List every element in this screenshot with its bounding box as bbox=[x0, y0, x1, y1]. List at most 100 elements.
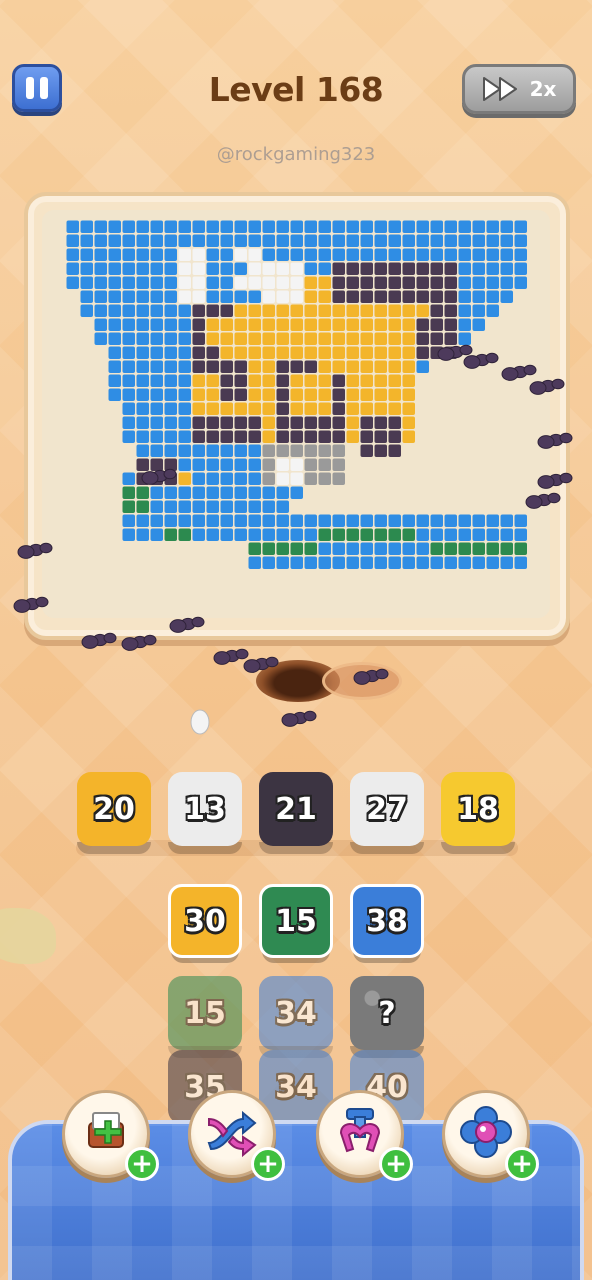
color-slot-tile[interactable]: 13 bbox=[168, 772, 242, 854]
pixel-cell bbox=[374, 542, 387, 555]
pixel-cell bbox=[206, 346, 219, 359]
pixel-cell bbox=[458, 248, 471, 261]
pixel-cell bbox=[332, 402, 345, 415]
queue-tile[interactable]: 30 bbox=[168, 884, 242, 963]
pixel-cell bbox=[402, 430, 415, 443]
pixel-cell bbox=[290, 430, 303, 443]
pixel-cell bbox=[220, 486, 233, 499]
pixel-cell bbox=[304, 472, 317, 485]
pixel-cell bbox=[346, 220, 359, 233]
pixel-cell bbox=[164, 318, 177, 331]
pixel-cell bbox=[136, 234, 149, 247]
pixel-cell bbox=[150, 332, 163, 345]
pixel-cell bbox=[262, 458, 275, 471]
pixel-cell bbox=[192, 416, 205, 429]
speed-button[interactable]: 2x bbox=[462, 64, 576, 114]
pixel-cell bbox=[206, 374, 219, 387]
pixel-cell bbox=[318, 388, 331, 401]
pixel-cell bbox=[500, 234, 513, 247]
booster-flower-plus[interactable]: + bbox=[505, 1147, 539, 1181]
pixel-cell bbox=[192, 374, 205, 387]
pixel-cell bbox=[94, 304, 107, 317]
color-slot-tile[interactable]: 18 bbox=[441, 772, 515, 854]
pixel-cell bbox=[234, 416, 247, 429]
mystery-tile[interactable]: ? bbox=[350, 976, 424, 1058]
pixel-cell bbox=[136, 276, 149, 289]
pixel-cell bbox=[178, 458, 191, 471]
pixel-cell bbox=[500, 290, 513, 303]
queue-tile[interactable]: 15 bbox=[168, 976, 242, 1058]
pixel-cell bbox=[206, 276, 219, 289]
pixel-cell bbox=[164, 528, 177, 541]
pixel-cell bbox=[206, 402, 219, 415]
pixel-cell bbox=[248, 430, 261, 443]
color-slot-tile[interactable]: 20 bbox=[77, 772, 151, 854]
ant-hole-rim bbox=[322, 662, 402, 700]
pixel-cell bbox=[346, 248, 359, 261]
pixel-cell bbox=[332, 542, 345, 555]
pixel-cell bbox=[234, 486, 247, 499]
pixel-cell bbox=[318, 472, 331, 485]
pixel-cell bbox=[164, 304, 177, 317]
pixel-cell bbox=[360, 514, 373, 527]
pixel-cell bbox=[416, 262, 429, 275]
pixel-cell bbox=[360, 262, 373, 275]
pixel-cell bbox=[290, 486, 303, 499]
pixel-cell bbox=[192, 444, 205, 457]
pixel-cell bbox=[290, 528, 303, 541]
pixel-cell bbox=[514, 220, 527, 233]
color-slot-tile[interactable]: 21 bbox=[259, 772, 333, 854]
pixel-cell bbox=[290, 542, 303, 555]
booster-shuffle-plus[interactable]: + bbox=[251, 1147, 285, 1181]
pixel-cell bbox=[430, 276, 443, 289]
color-slot-tile[interactable]: 27 bbox=[350, 772, 424, 854]
pixel-cell bbox=[290, 304, 303, 317]
pixel-cell bbox=[304, 332, 317, 345]
pixel-cell bbox=[164, 444, 177, 457]
pixel-cell bbox=[276, 262, 289, 275]
booster-magnet[interactable]: + bbox=[316, 1090, 413, 1181]
pixel-cell bbox=[206, 416, 219, 429]
pixel-cell bbox=[374, 556, 387, 569]
pixel-cell bbox=[192, 500, 205, 513]
pixel-cell bbox=[94, 276, 107, 289]
pixel-cell bbox=[178, 402, 191, 415]
pixel-cell bbox=[290, 262, 303, 275]
pixel-cell bbox=[220, 374, 233, 387]
pixel-cell bbox=[444, 556, 457, 569]
pixel-cell bbox=[360, 556, 373, 569]
queue-tile[interactable]: 15 bbox=[259, 884, 333, 963]
pixel-cell bbox=[248, 318, 261, 331]
pixel-cell bbox=[178, 514, 191, 527]
pixel-cell bbox=[262, 332, 275, 345]
pixel-cell bbox=[234, 528, 247, 541]
pixel-cell bbox=[304, 276, 317, 289]
pixel-cell bbox=[94, 234, 107, 247]
pixel-cell bbox=[444, 528, 457, 541]
pixel-cell bbox=[374, 528, 387, 541]
pixel-cell bbox=[234, 234, 247, 247]
pixel-cell bbox=[346, 234, 359, 247]
pixel-cell bbox=[234, 472, 247, 485]
queue-tile[interactable]: 38 bbox=[350, 884, 424, 963]
pixel-cell bbox=[458, 318, 471, 331]
pixel-cell bbox=[220, 248, 233, 261]
pixel-cell bbox=[248, 290, 261, 303]
pixel-cell bbox=[346, 332, 359, 345]
pixel-cell bbox=[262, 276, 275, 289]
pixel-cell bbox=[402, 304, 415, 317]
booster-add-plus[interactable]: + bbox=[125, 1147, 159, 1181]
pixel-cell bbox=[248, 262, 261, 275]
pixel-cell bbox=[402, 402, 415, 415]
pixel-cell bbox=[514, 528, 527, 541]
pixel-cell bbox=[318, 360, 331, 373]
pixel-cell bbox=[346, 304, 359, 317]
queue-tile[interactable]: 34 bbox=[259, 976, 333, 1058]
pixel-cell bbox=[472, 542, 485, 555]
booster-magnet-plus[interactable]: + bbox=[379, 1147, 413, 1181]
booster-add-slot[interactable]: + bbox=[62, 1090, 159, 1181]
pixel-cell bbox=[136, 500, 149, 513]
booster-flower[interactable]: + bbox=[442, 1090, 539, 1181]
pixel-cell bbox=[388, 388, 401, 401]
booster-shuffle[interactable]: + bbox=[188, 1090, 285, 1181]
